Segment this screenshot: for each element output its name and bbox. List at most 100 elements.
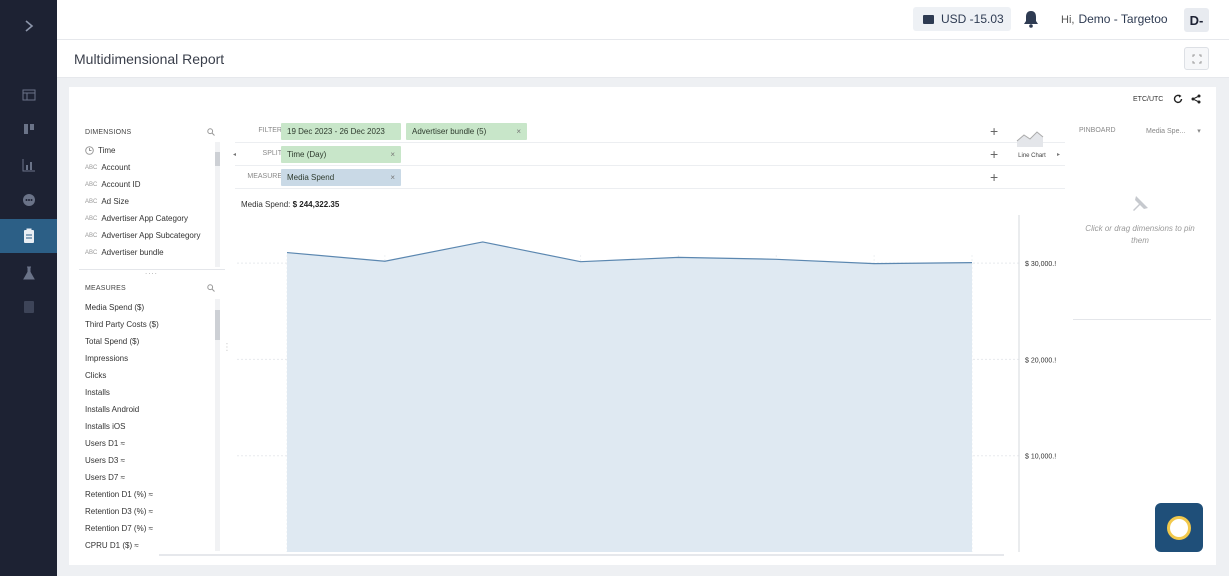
data-point[interactable]	[970, 261, 974, 265]
measure-label: Impressions	[85, 354, 129, 363]
pinboard-measure-select[interactable]: Media Spe... ▾	[1146, 127, 1201, 135]
dimension-item[interactable]: ABC Account ID	[85, 176, 215, 193]
split-time-text: Time (Day)	[287, 150, 327, 159]
data-point[interactable]	[774, 257, 778, 261]
abc-type-icon: ABC	[85, 181, 98, 188]
top-bar: USD -15.03 Hi, Demo - Targetoo D-	[57, 0, 1229, 40]
expand-nav-button[interactable]	[0, 9, 57, 43]
nav-kanban[interactable]	[0, 112, 57, 146]
data-point[interactable]	[383, 259, 387, 263]
measure-item[interactable]: Third Party Costs ($)	[85, 316, 215, 333]
measure-label: CPRU D1 ($) ≈	[85, 541, 139, 550]
share-icon[interactable]	[1191, 94, 1201, 104]
report-panel: ETC/UTC DIMENSIONS Time ABC Account ABC Acco…	[69, 87, 1216, 565]
dimension-item[interactable]: ABC Advertiser App Subcategory	[85, 227, 215, 244]
clock-icon	[85, 146, 94, 155]
measure-item[interactable]: Retention D3 (%) ≈	[85, 503, 215, 520]
measure-media-spend-pill[interactable]: Media Spend ×	[281, 169, 401, 186]
user-greeting[interactable]: Hi, Demo - Targetoo	[1061, 12, 1168, 26]
visualization-selector[interactable]: Line Chart	[1015, 127, 1047, 162]
dimension-label: Time	[98, 146, 116, 155]
dimension-item[interactable]: ABC Advertiser bundle	[85, 244, 215, 261]
measure-item[interactable]: Clicks	[85, 367, 215, 384]
timezone-label[interactable]: ETC/UTC	[1133, 96, 1163, 103]
measure-item[interactable]: Impressions	[85, 350, 215, 367]
filter-bundle-text: Advertiser bundle (5)	[412, 127, 487, 136]
dimension-item[interactable]: ABC Advertiser App Category	[85, 210, 215, 227]
media-spend-line-chart[interactable]: $ 30,000.! $ 20,000.! $ 10,000.!	[237, 215, 1067, 555]
data-point[interactable]	[285, 251, 289, 255]
refresh-icon[interactable]	[1173, 94, 1183, 104]
data-point[interactable]	[676, 255, 680, 259]
measure-item[interactable]: Media Spend ($)	[85, 299, 215, 316]
add-split-button[interactable]: +	[990, 146, 998, 162]
measure-item[interactable]: Retention D1 (%) ≈	[85, 486, 215, 503]
add-measure-button[interactable]: +	[990, 169, 998, 185]
balance-badge[interactable]: USD -15.03	[913, 7, 1011, 31]
filter-date-pill[interactable]: 19 Dec 2023 - 26 Dec 2023	[281, 123, 401, 140]
dimension-label: Advertiser App Subcategory	[101, 231, 201, 240]
measure-item[interactable]: Installs Android	[85, 401, 215, 418]
abc-type-icon: ABC	[85, 249, 98, 256]
nav-documents[interactable]	[0, 290, 57, 324]
measure-item[interactable]: Installs iOS	[85, 418, 215, 435]
chat-icon	[22, 194, 35, 206]
measures-scrollbar[interactable]	[215, 299, 220, 551]
nav-reports-table[interactable]	[0, 78, 57, 112]
measure-item[interactable]: Users D7 ≈	[85, 469, 215, 486]
measure-item[interactable]: Users D1 ≈	[85, 435, 215, 452]
balance-value: USD -15.03	[941, 12, 1004, 26]
measure-label: Retention D3 (%) ≈	[85, 507, 153, 516]
add-filter-button[interactable]: +	[990, 123, 998, 139]
data-point[interactable]	[481, 240, 485, 244]
help-chat-button[interactable]	[1155, 503, 1203, 552]
nav-analytics[interactable]	[0, 148, 57, 182]
dimension-item[interactable]: Time	[85, 142, 215, 159]
y-tick-label: $ 30,000.!	[1025, 261, 1056, 268]
dimensions-scrollbar[interactable]	[215, 142, 220, 267]
side-navigation	[0, 0, 57, 576]
measure-item[interactable]: CPRU D1 ($) ≈	[85, 537, 215, 554]
pinboard-divider	[1073, 319, 1211, 320]
nav-messages[interactable]	[0, 183, 57, 217]
measure-label: Media Spend ($)	[85, 303, 145, 312]
dimension-label: Account	[101, 163, 131, 172]
measure-item[interactable]: Users D3 ≈	[85, 452, 215, 469]
chart-horizontal-scrollbar[interactable]	[159, 554, 1004, 556]
scroll-thumb[interactable]	[215, 310, 220, 340]
measure-label: Installs	[85, 388, 110, 397]
pinboard-panel: PINBOARD Media Spe... ▾ Click or drag di…	[1073, 122, 1213, 322]
pinboard-header: PINBOARD	[1079, 127, 1116, 134]
split-time-pill[interactable]: Time (Day) ×	[281, 146, 401, 163]
scroll-thumb[interactable]	[215, 152, 220, 166]
filter-date-text: 19 Dec 2023 - 26 Dec 2023	[287, 127, 385, 136]
abc-type-icon: ABC	[85, 164, 98, 171]
wallet-icon	[923, 14, 934, 24]
measure-label: Users D3 ≈	[85, 456, 125, 465]
filter-bundle-pill[interactable]: Advertiser bundle (5) ×	[406, 123, 527, 140]
data-point[interactable]	[872, 262, 876, 266]
avatar[interactable]: D-	[1184, 8, 1209, 32]
nav-multidimensional-report[interactable]	[0, 219, 57, 253]
chevron-left-icon[interactable]: ◂	[233, 151, 236, 158]
dimension-item[interactable]: ABC Ad Size	[85, 193, 215, 210]
measure-item[interactable]: Total Spend ($)	[85, 333, 215, 350]
measure-item[interactable]: Retention D7 (%) ≈	[85, 520, 215, 537]
data-point[interactable]	[579, 260, 583, 264]
kanban-icon	[23, 124, 34, 134]
nav-experiments[interactable]	[0, 256, 57, 290]
resize-handle[interactable]: ....	[145, 267, 158, 276]
bar-chart-icon	[22, 159, 35, 172]
close-icon[interactable]: ×	[516, 127, 521, 136]
measure-item[interactable]: Installs	[85, 384, 215, 401]
dimension-item[interactable]: ABC Account	[85, 159, 215, 176]
chevron-right-icon[interactable]: ▸	[1057, 151, 1060, 158]
close-icon[interactable]: ×	[390, 173, 395, 182]
search-icon[interactable]	[207, 284, 215, 292]
search-icon[interactable]	[207, 128, 215, 136]
bell-icon[interactable]	[1023, 10, 1039, 28]
fullscreen-button[interactable]	[1184, 47, 1209, 70]
close-icon[interactable]: ×	[390, 150, 395, 159]
title-bar: Multidimensional Report	[57, 40, 1229, 78]
resize-handle[interactable]: ...	[224, 343, 233, 353]
